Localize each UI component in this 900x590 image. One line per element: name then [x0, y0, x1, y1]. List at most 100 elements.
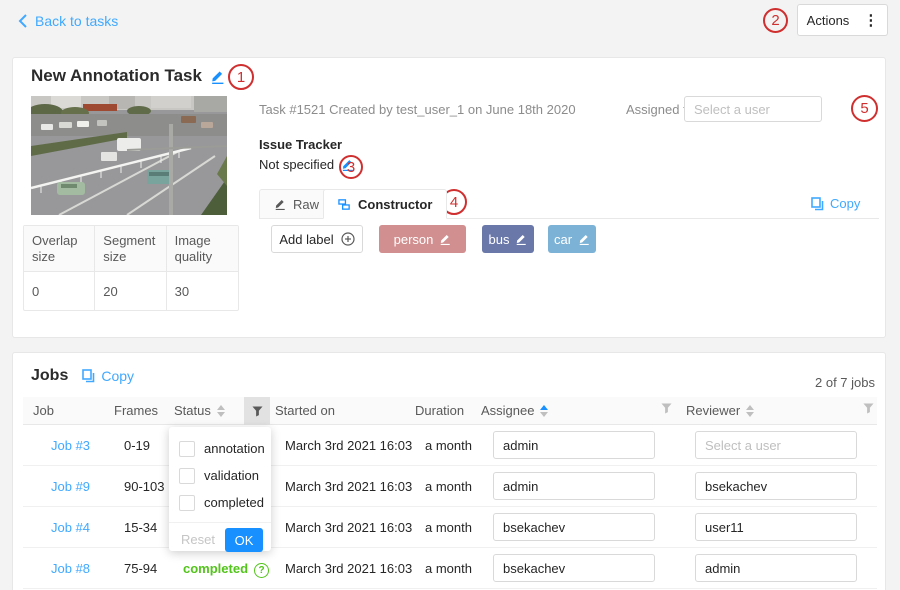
edit-task-name-icon[interactable]: [210, 69, 225, 84]
filter-option-annotation-label: annotation: [204, 441, 265, 456]
funnel-icon: [252, 406, 263, 417]
assignee-input[interactable]: [493, 472, 655, 500]
labels-tab-bar: Raw Constructor: [259, 189, 879, 219]
checkbox-validation[interactable]: [179, 468, 195, 484]
filter-option-annotation[interactable]: annotation: [169, 435, 271, 462]
job-duration: a month: [425, 561, 472, 576]
label-chip-bus-text: bus: [489, 232, 510, 247]
col-job: Job: [33, 403, 54, 418]
add-label-text: Add label: [279, 232, 333, 247]
funnel-icon: [661, 403, 672, 414]
reviewer-input[interactable]: [695, 431, 857, 459]
funnel-icon: [863, 403, 874, 414]
actions-label: Actions: [807, 13, 864, 28]
col-status[interactable]: Status: [174, 403, 225, 418]
col-duration: Duration: [415, 403, 464, 418]
status-filter-button[interactable]: [244, 397, 270, 425]
col-reviewer[interactable]: Reviewer: [686, 403, 754, 418]
param-header-overlap: Overlap size: [24, 226, 95, 272]
status-filter-dropdown: annotation validation completed Reset OK: [169, 427, 271, 551]
job-frames: 90-103: [124, 479, 164, 494]
label-chip-car-text: car: [554, 232, 572, 247]
task-details-card: New Annotation Task 1: [12, 57, 886, 338]
job-duration: a month: [425, 479, 472, 494]
more-vertical-icon[interactable]: ⋮: [863, 11, 878, 29]
job-frames: 75-94: [124, 561, 157, 576]
question-circle-icon[interactable]: ?: [254, 563, 269, 578]
reviewer-input[interactable]: [695, 554, 857, 582]
label-chip-bus[interactable]: bus: [482, 225, 534, 253]
filter-reset-button[interactable]: Reset: [181, 532, 215, 547]
label-chip-person[interactable]: person: [379, 225, 466, 253]
assignee-filter-button[interactable]: [661, 403, 672, 414]
sort-carets-status[interactable]: [217, 405, 225, 417]
annotation-circle-2: 2: [763, 8, 788, 33]
jobs-card: Jobs Copy 2 of 7 jobs Job Frames Status: [12, 352, 886, 590]
checkbox-annotation[interactable]: [179, 441, 195, 457]
job-started: March 3rd 2021 16:03: [285, 438, 412, 453]
job-status-completed: completed?: [183, 561, 269, 578]
assignee-input[interactable]: [493, 554, 655, 582]
tab-constructor-label: Constructor: [358, 197, 432, 212]
tab-constructor[interactable]: Constructor: [323, 189, 447, 219]
job-row-4: Job #8 75-94 completed? March 3rd 2021 1…: [23, 548, 877, 589]
assigned-to-input[interactable]: [684, 96, 822, 122]
job-link[interactable]: Job #9: [51, 479, 90, 494]
reviewer-filter-button[interactable]: [863, 403, 874, 414]
param-value-overlap: 0: [24, 272, 95, 310]
annotation-circle-5: 5: [851, 95, 878, 122]
task-preview-image: [31, 96, 227, 215]
job-started: March 3rd 2021 16:03: [285, 520, 412, 535]
edit-label-icon[interactable]: [439, 233, 451, 245]
filter-option-validation-label: validation: [204, 468, 259, 483]
col-started: Started on: [275, 403, 335, 418]
col-assignee[interactable]: Assignee: [481, 403, 548, 418]
assignee-input[interactable]: [493, 513, 655, 541]
copy-jobs-link[interactable]: Copy: [82, 368, 134, 384]
filter-option-validation[interactable]: validation: [169, 462, 271, 489]
issue-tracker-label: Issue Tracker: [259, 137, 342, 152]
task-parameters-table: Overlap size Segment size Image quality …: [23, 225, 239, 311]
copy-labels-link[interactable]: Copy: [811, 196, 860, 211]
job-link[interactable]: Job #8: [51, 561, 90, 576]
assignee-input[interactable]: [493, 431, 655, 459]
chevron-left-icon: [18, 14, 27, 28]
job-started: March 3rd 2021 16:03: [285, 561, 412, 576]
edit-label-icon[interactable]: [578, 233, 590, 245]
reviewer-input[interactable]: [695, 472, 857, 500]
edit-label-icon[interactable]: [515, 233, 527, 245]
task-title: New Annotation Task: [31, 66, 202, 86]
actions-button[interactable]: Actions ⋮: [797, 4, 888, 36]
param-value-quality: 30: [167, 272, 238, 310]
add-label-button[interactable]: Add label: [271, 225, 363, 253]
jobs-title: Jobs: [31, 367, 68, 385]
plus-circle-icon: [341, 232, 355, 246]
filter-ok-button[interactable]: OK: [225, 528, 263, 552]
param-header-segment: Segment size: [95, 226, 166, 272]
issue-tracker-value: Not specified: [259, 157, 334, 172]
sort-carets-reviewer[interactable]: [746, 405, 754, 417]
constructor-blocks-icon: [338, 198, 351, 211]
checkbox-completed[interactable]: [179, 495, 195, 511]
label-chip-person-text: person: [394, 232, 434, 247]
annotation-circle-3: 3: [339, 155, 363, 179]
annotation-circle-1: 1: [228, 64, 254, 90]
copy-labels-label: Copy: [830, 196, 860, 211]
label-chip-car[interactable]: car: [548, 225, 596, 253]
param-header-quality: Image quality: [167, 226, 238, 272]
job-link[interactable]: Job #4: [51, 520, 90, 535]
pencil-icon: [274, 198, 286, 210]
filter-option-completed-label: completed: [204, 495, 264, 510]
reviewer-input[interactable]: [695, 513, 857, 541]
sort-carets-assignee[interactable]: [540, 405, 548, 417]
filter-option-completed[interactable]: completed: [169, 489, 271, 516]
labels-constructor-area: Add label person bus: [271, 225, 871, 253]
back-to-tasks-link[interactable]: Back to tasks: [18, 13, 118, 29]
col-frames: Frames: [114, 403, 158, 418]
job-duration: a month: [425, 438, 472, 453]
task-title-row: New Annotation Task: [31, 66, 225, 86]
job-link[interactable]: Job #3: [51, 438, 90, 453]
copy-icon: [811, 197, 824, 211]
job-row-1: Job #3 0-19 March 3rd 2021 16:03 a month: [23, 425, 877, 466]
job-row-2: Job #9 90-103 March 3rd 2021 16:03 a mon…: [23, 466, 877, 507]
